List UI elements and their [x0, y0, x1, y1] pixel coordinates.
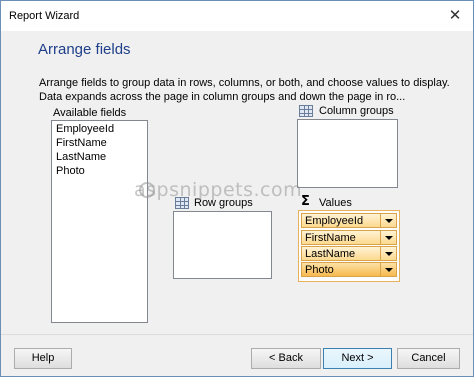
sigma-icon: Σ: [301, 194, 310, 209]
values-item-firstname[interactable]: FirstName: [301, 230, 397, 245]
chevron-down-icon[interactable]: [380, 247, 396, 260]
cancel-button[interactable]: Cancel: [397, 348, 460, 369]
values-item-label: Photo: [305, 264, 334, 276]
help-button[interactable]: Help: [14, 348, 72, 369]
values-label: Values: [319, 197, 352, 209]
window-title: Report Wizard: [9, 10, 80, 22]
report-wizard-window: Report Wizard ✕ Arrange fields Arrange f…: [0, 0, 474, 377]
column-groups-label: Column groups: [319, 105, 394, 117]
list-item[interactable]: EmployeeId: [56, 123, 114, 135]
column-groups-box[interactable]: [297, 119, 398, 188]
footer-divider: [1, 334, 473, 335]
next-button[interactable]: Next >: [323, 348, 392, 369]
list-item[interactable]: LastName: [56, 151, 106, 163]
title-bar: Report Wizard ✕: [1, 1, 473, 31]
row-groups-box[interactable]: [173, 211, 272, 279]
instructions-text: Arrange fields to group data in rows, co…: [39, 77, 450, 103]
values-item-lastname[interactable]: LastName: [301, 246, 397, 261]
list-item[interactable]: Photo: [56, 165, 85, 177]
available-fields-label: Available fields: [53, 107, 127, 119]
values-box[interactable]: EmployeeId FirstName LastName Photo: [298, 210, 400, 282]
available-fields-list[interactable]: EmployeeId FirstName LastName Photo: [51, 120, 148, 323]
values-item-employeeid[interactable]: EmployeeId: [301, 213, 397, 228]
grid-icon: [299, 105, 313, 117]
chevron-down-icon[interactable]: [380, 214, 396, 227]
values-item-label: FirstName: [305, 232, 356, 244]
values-item-photo[interactable]: Photo: [301, 262, 397, 277]
page-title: Arrange fields: [38, 41, 131, 58]
values-item-label: EmployeeId: [305, 215, 364, 227]
back-button[interactable]: < Back: [251, 348, 321, 369]
values-item-label: LastName: [305, 248, 356, 260]
close-icon[interactable]: ✕: [447, 7, 463, 23]
chevron-down-icon[interactable]: [380, 263, 396, 276]
chevron-down-icon[interactable]: [380, 231, 396, 244]
watermark-text: aspsnippets.com: [134, 179, 303, 201]
list-item[interactable]: FirstName: [56, 137, 107, 149]
